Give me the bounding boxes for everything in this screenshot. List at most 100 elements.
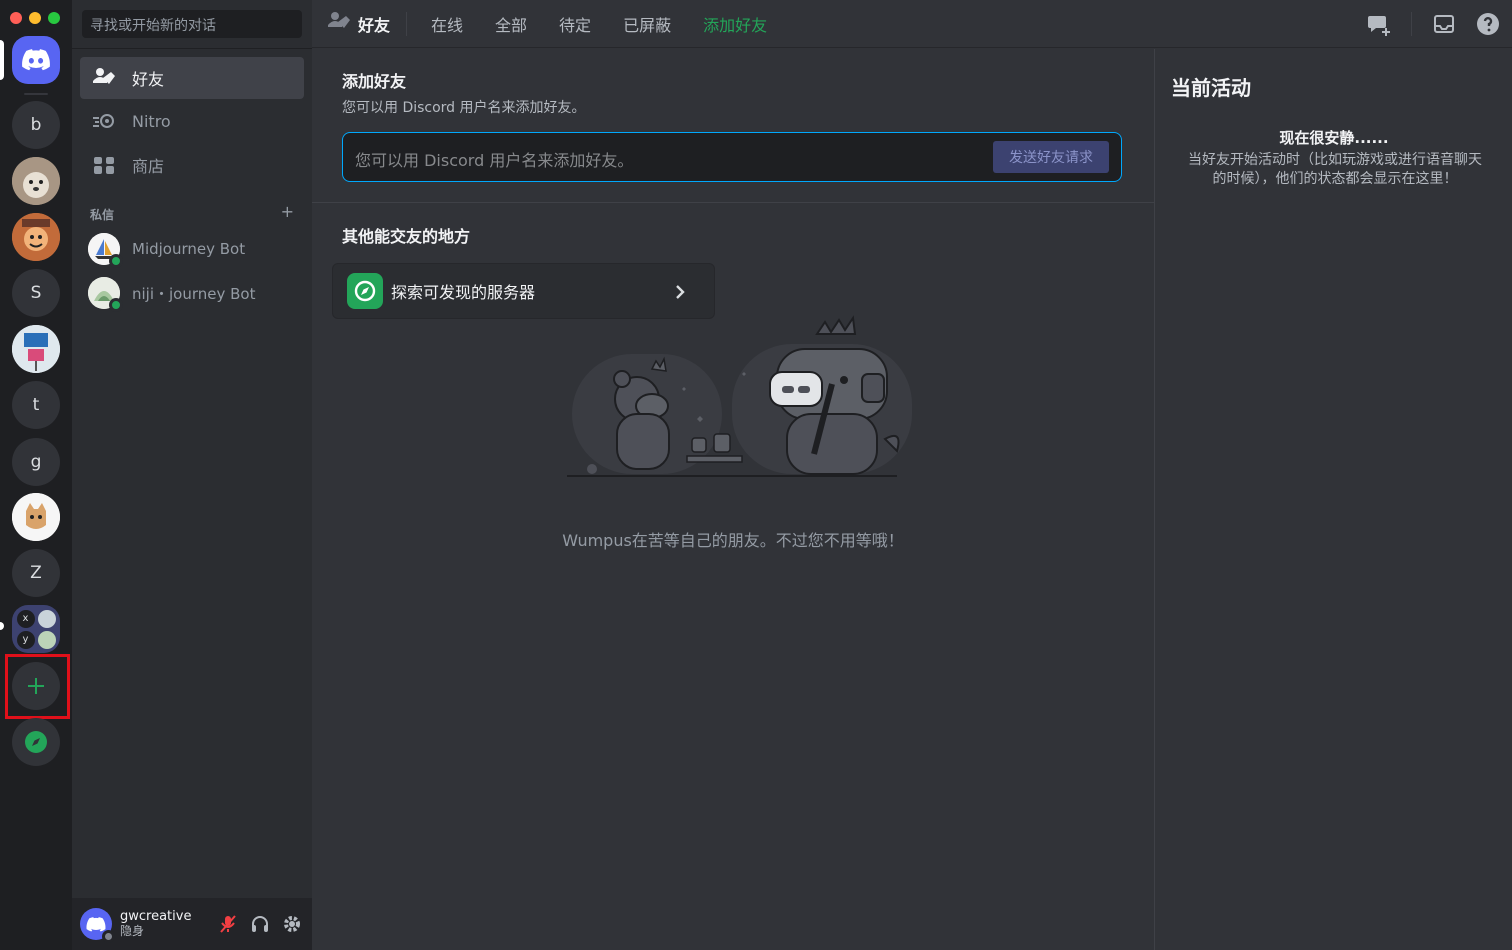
new-group-dm-button[interactable] [1367,12,1391,36]
avatar [88,277,123,312]
quiet-title: 现在很安静...... [1279,129,1389,147]
nav-friends[interactable]: 好友 [80,57,304,99]
dog-avatar-icon [12,157,60,205]
page-title-label: 好友 [358,15,391,35]
compass-icon [25,731,47,753]
inbox-button[interactable] [1432,12,1456,36]
user-status: 隐身 [120,924,145,938]
server-label: b [30,115,42,135]
top-icons [1367,12,1500,36]
divider [72,48,312,49]
folder-server-x: x [16,609,35,628]
dm-name: Midjourney Bot [132,240,246,258]
friends-icon [328,11,350,36]
divider [1411,12,1412,36]
user-settings-button[interactable] [280,912,304,936]
server-folder[interactable]: x y [12,605,60,653]
folder-server-avatar [37,630,56,649]
server-label: g [30,452,42,472]
quiet-description: 当好友开始活动时（比如玩游戏或进行语音聊天的时候），他们的状态都会显示在这里！ [1188,152,1482,187]
server-g[interactable]: g [12,438,60,486]
server-s[interactable]: S [12,269,60,317]
server-character-avatar[interactable] [12,213,60,261]
deafen-button[interactable] [248,912,272,936]
search-input[interactable]: 寻找或开始新的对话 [82,10,302,38]
nav-nitro[interactable]: Nitro [80,100,304,142]
nav-shop[interactable]: 商店 [80,144,304,186]
dm-header-label: 私信 [90,208,115,222]
shop-icon [92,153,116,177]
folder-grid: x y [16,609,56,649]
microphone-muted-icon [220,915,236,933]
dm-item-niji[interactable]: niji・journey Bot [80,272,304,314]
server-label: t [32,395,40,415]
inbox-icon [1434,15,1454,33]
other-places-title: 其他能交友的地方 [342,227,471,246]
folder-server-y: y [16,630,35,649]
dm-item-midjourney[interactable]: Midjourney Bot [80,228,304,270]
user-names[interactable]: gwcreative 隐身 [120,909,191,939]
active-now-panel: 当前活动 现在很安静...... 当好友开始活动时（比如玩游戏或进行语音聊天的时… [1154,49,1512,950]
tab-blocked[interactable]: 已屏蔽 [615,10,679,38]
server-label: S [30,283,42,303]
top-bar: 好友 在线 全部 待定 已屏蔽 添加好友 [312,0,1512,48]
add-friend-subtitle: 您可以用 Discord 用户名来添加好友。 [342,100,586,116]
add-friend-panel: 添加好友 您可以用 Discord 用户名来添加好友。 您可以用 Discord… [312,49,1154,950]
folder-server-x-label: x [22,613,29,624]
home-button[interactable] [12,36,60,84]
send-friend-request-button[interactable]: 发送好友请求 [993,141,1109,173]
cat-avatar-icon [12,493,60,541]
folder-server-avatar [37,609,56,628]
minimize-window-button[interactable] [29,12,41,24]
create-dm-button[interactable]: + [281,204,294,223]
friends-icon [92,66,116,90]
server-sign-avatar[interactable] [12,325,60,373]
username: gwcreative [120,909,192,924]
dm-section-header: 私信 + [90,204,294,223]
nitro-icon [92,109,116,133]
help-button[interactable] [1476,12,1500,36]
add-server-button[interactable] [12,662,60,710]
username-input[interactable]: 您可以用 Discord 用户名来添加好友。 [355,147,633,171]
nav-friends-label: 好友 [132,70,165,89]
tab-add-friend[interactable]: 添加好友 [695,10,775,38]
help-icon [1477,13,1499,35]
chevron-right-icon [670,280,690,308]
server-dog-avatar[interactable] [12,157,60,205]
avatar[interactable] [80,908,115,943]
explore-servers-label: 探索可发现的服务器 [391,283,536,302]
explore-servers-card[interactable]: 探索可发现的服务器 [332,263,715,319]
gear-icon [284,916,300,932]
new-group-dm-icon [1368,16,1390,36]
plus-icon [28,678,44,694]
main-area: 好友 在线 全部 待定 已屏蔽 添加好友 添加好友 您可以用 Discord 用… [312,0,1512,950]
unread-indicator [0,622,4,630]
dm-sidebar: 寻找或开始新的对话 好友 Nitro 商店 私信 + Midjourney Bo… [72,0,312,950]
active-now-title: 当前活动 [1171,76,1251,100]
folder-server-y-label: y [22,634,29,645]
tab-pending[interactable]: 待定 [551,10,599,38]
nav-nitro-label: Nitro [132,111,171,131]
explore-servers-button[interactable] [12,718,60,766]
dm-name: niji・journey Bot [132,284,256,303]
server-z[interactable]: Z [12,549,60,597]
nav-shop-label: 商店 [132,157,165,176]
server-t[interactable]: t [12,381,60,429]
server-cat-avatar[interactable] [12,493,60,541]
add-friend-title: 添加好友 [342,72,407,91]
mute-microphone-button[interactable] [216,912,240,936]
tab-online[interactable]: 在线 [423,10,471,38]
zoom-window-button[interactable] [48,12,60,24]
online-status-badge [109,298,123,312]
character-avatar-icon [12,213,60,261]
selected-indicator [0,40,4,80]
close-window-button[interactable] [10,12,22,24]
avatar [88,233,123,268]
sign-avatar-icon [12,325,60,373]
add-friend-form: 您可以用 Discord 用户名来添加好友。 发送好友请求 [342,132,1122,182]
tab-all[interactable]: 全部 [487,10,535,38]
user-panel: gwcreative 隐身 [72,898,312,950]
server-b[interactable]: b [12,101,60,149]
user-controls [216,912,304,936]
discord-logo-icon [86,916,106,932]
